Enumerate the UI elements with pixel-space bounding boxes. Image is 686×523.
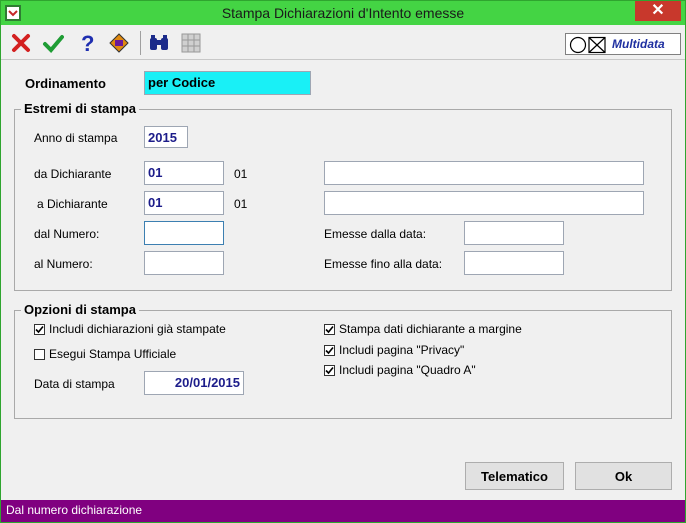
opzioni-group-title: Opzioni di stampa (21, 302, 139, 317)
da-dichiarante-code-text: 01 (234, 167, 248, 181)
toolbar-separator (140, 31, 141, 55)
anno-label: Anno di stampa (34, 131, 118, 145)
status-bar: Dal numero dichiarazione (1, 500, 685, 522)
window-title: Stampa Dichiarazioni d'Intento emesse (221, 5, 465, 21)
a-dichiarante-code-text: 01 (234, 197, 248, 211)
a-dichiarante-code-input[interactable]: 01 (144, 191, 224, 215)
data-stampa-label: Data di stampa (34, 377, 115, 391)
anno-input[interactable]: 2015 (144, 126, 188, 148)
a-dichiarante-label: a Dichiarante (37, 197, 108, 211)
da-dichiarante-code-input[interactable]: 01 (144, 161, 224, 185)
ordinamento-label: Ordinamento (25, 76, 106, 91)
checkbox-box (324, 364, 335, 376)
dal-numero-input[interactable] (144, 221, 224, 245)
quadro-a-label: Includi pagina "Quadro A" (339, 363, 476, 377)
dal-numero-label: dal Numero: (34, 227, 100, 241)
checkbox-box (324, 344, 335, 356)
ordinamento-select[interactable]: per Codice (144, 71, 311, 95)
da-dichiarante-name-input[interactable] (324, 161, 644, 185)
da-dichiarante-label: da Dichiarante (34, 167, 112, 181)
checkbox-box (34, 348, 45, 360)
esegui-ufficiale-checkbox[interactable]: Esegui Stampa Ufficiale (34, 347, 176, 361)
emesse-dalla-label: Emesse dalla data: (324, 227, 427, 241)
data-stampa-input[interactable]: 20/01/2015 (144, 371, 244, 395)
esegui-ufficiale-label: Esegui Stampa Ufficiale (49, 347, 177, 361)
confirm-check-icon[interactable] (41, 31, 65, 55)
checkbox-box (34, 323, 45, 335)
al-numero-label: al Numero: (34, 257, 93, 271)
main-window: Stampa Dichiarazioni d'Intento emesse ✕ … (0, 0, 686, 523)
includi-stampate-label: Includi dichiarazioni già stampate (49, 322, 226, 336)
includi-stampate-checkbox[interactable]: Includi dichiarazioni già stampate (34, 322, 226, 336)
brand-label: Multidata (612, 37, 665, 51)
checkbox-box (324, 323, 335, 335)
a-dichiarante-name-input[interactable] (324, 191, 644, 215)
title-bar: Stampa Dichiarazioni d'Intento emesse ✕ (1, 1, 685, 25)
margine-checkbox[interactable]: Stampa dati dichiarante a margine (324, 322, 522, 336)
emesse-fino-input[interactable] (464, 251, 564, 275)
emesse-fino-label: Emesse fino alla data: (324, 257, 443, 271)
margine-label: Stampa dati dichiarante a margine (339, 322, 522, 336)
window-close-button[interactable]: ✕ (635, 1, 681, 21)
help-question-icon[interactable]: ? (75, 31, 99, 55)
quadro-a-checkbox[interactable]: Includi pagina "Quadro A" (324, 363, 476, 377)
privacy-checkbox[interactable]: Includi pagina "Privacy" (324, 343, 464, 357)
ok-button[interactable]: Ok (575, 462, 672, 490)
privacy-label: Includi pagina "Privacy" (339, 343, 465, 357)
multidata-logo: Multidata (565, 33, 681, 55)
cancel-icon[interactable] (9, 31, 33, 55)
binoculars-search-icon[interactable] (147, 31, 171, 55)
toolbar: ? Multidata (1, 25, 685, 60)
print-book-icon[interactable] (107, 31, 131, 55)
calculator-grid-icon[interactable] (179, 31, 203, 55)
emesse-dalla-input[interactable] (464, 221, 564, 245)
al-numero-input[interactable] (144, 251, 224, 275)
svg-text:?: ? (81, 32, 94, 54)
telematico-button[interactable]: Telematico (465, 462, 564, 490)
estremi-group-title: Estremi di stampa (21, 101, 139, 116)
